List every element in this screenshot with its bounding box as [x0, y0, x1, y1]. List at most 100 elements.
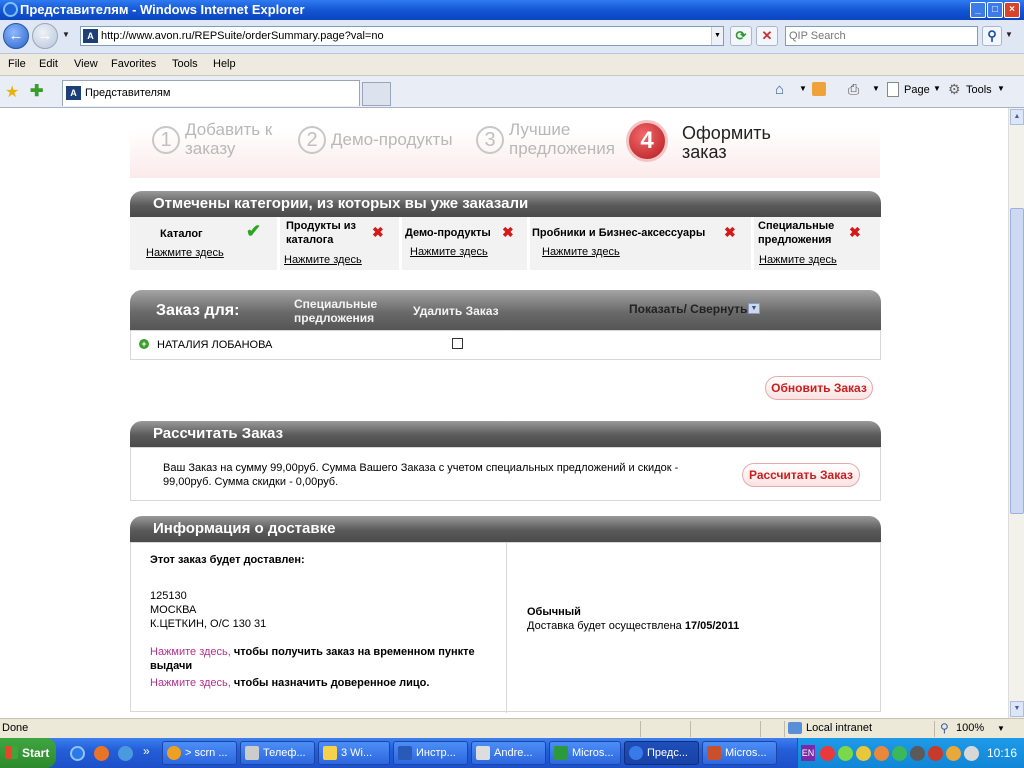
scroll-thumb[interactable]	[1010, 208, 1024, 514]
address-dropdown-arrow[interactable]: ▼	[711, 27, 723, 45]
tray-icon[interactable]	[838, 746, 853, 761]
search-icon[interactable]: ⚲	[982, 26, 1002, 46]
home-dropdown[interactable]: ▼	[799, 84, 807, 93]
tray-icon[interactable]	[928, 746, 943, 761]
delivery-street: К.ЦЕТКИН, О/С 130 31	[150, 618, 267, 630]
taskbar-item[interactable]: Инстр...	[393, 741, 468, 765]
step-label: Оформить заказ	[682, 123, 771, 162]
menu-help[interactable]: Help	[213, 58, 236, 70]
customer-name: НАТАЛИЯ ЛОБАНОВА	[157, 339, 273, 351]
refresh-button[interactable]: ⟳	[730, 26, 752, 46]
order-title: Заказ для:	[156, 302, 240, 319]
delete-order-checkbox[interactable]	[452, 338, 463, 349]
print-icon[interactable]: ⎙	[848, 81, 859, 98]
stop-button[interactable]: ✕	[756, 26, 778, 46]
ie-icon	[3, 2, 18, 17]
scroll-up-arrow[interactable]: ▲	[1010, 109, 1024, 125]
tray-icon[interactable]	[874, 746, 889, 761]
cross-icon: ✖	[724, 224, 736, 240]
category-link[interactable]: Нажмите здесь	[542, 246, 620, 258]
avon-favicon: A	[66, 86, 81, 100]
forward-button[interactable]: →	[32, 23, 58, 49]
ie-quicklaunch-icon[interactable]	[70, 746, 85, 761]
tools-dropdown[interactable]: ▼	[997, 84, 1005, 93]
category-demo-products: Демо-продукты ✖ Нажмите здесь	[402, 217, 528, 270]
minimize-button[interactable]: _	[970, 2, 986, 18]
vertical-scrollbar[interactable]: ▲ ▼	[1008, 108, 1024, 718]
category-link[interactable]: Нажмите здесь	[759, 254, 837, 266]
home-icon[interactable]: ⌂	[775, 81, 784, 98]
delivery-type: Обычный	[527, 606, 581, 618]
print-dropdown[interactable]: ▼	[872, 84, 880, 93]
menu-file[interactable]: File	[8, 58, 26, 70]
search-dropdown[interactable]: ▼	[1005, 30, 1013, 39]
trusted-person-link[interactable]: Нажмите здесь,	[150, 677, 231, 689]
category-catalog: Каталог ✔ Нажмите здесь	[130, 217, 278, 270]
gear-icon: ⚙	[948, 81, 961, 97]
category-link[interactable]: Нажмите здесь	[146, 247, 224, 259]
menu-tools[interactable]: Tools	[172, 58, 198, 70]
tray-icon[interactable]	[892, 746, 907, 761]
more-quicklaunch-icon[interactable]: »	[143, 744, 150, 758]
taskbar-item[interactable]: 3 Wi...	[318, 741, 390, 765]
column-divider	[506, 543, 507, 713]
taskbar-item[interactable]: Micros...	[549, 741, 621, 765]
page-dropdown[interactable]: ▼	[933, 84, 941, 93]
browser-quicklaunch-icon[interactable]	[94, 746, 109, 761]
scroll-down-arrow[interactable]: ▼	[1010, 701, 1024, 717]
system-tray: EN 10:16	[797, 738, 1024, 768]
zoom-dropdown[interactable]: ▼	[997, 724, 1005, 733]
column-delete-order: Удалить Заказ	[413, 304, 499, 318]
taskbar-item[interactable]: Micros...	[702, 741, 777, 765]
tray-icon[interactable]	[910, 746, 925, 761]
delivery-city: МОСКВА	[150, 604, 197, 616]
expand-icon[interactable]: +	[139, 339, 149, 349]
history-dropdown[interactable]: ▼	[62, 30, 70, 39]
zone-label: Local intranet	[806, 722, 873, 734]
favorites-star-icon[interactable]: ★	[5, 82, 19, 102]
feeds-icon[interactable]	[812, 82, 826, 96]
calculate-order-button[interactable]: Рассчитать Заказ	[742, 463, 860, 487]
close-button[interactable]: ×	[1004, 2, 1020, 18]
start-button[interactable]: Start	[0, 738, 56, 768]
volume-icon[interactable]	[964, 746, 979, 761]
taskbar-item-active[interactable]: Предс...	[624, 741, 699, 765]
tools-menu[interactable]: Tools	[966, 84, 992, 96]
back-button[interactable]: ←	[3, 23, 29, 49]
menu-edit[interactable]: Edit	[39, 58, 58, 70]
tab-representatives[interactable]: A Представителям	[62, 80, 360, 106]
delivery-header: Информация о доставке	[130, 516, 881, 542]
check-icon: ✔	[246, 221, 262, 241]
taskbar-item[interactable]: Телеф...	[240, 741, 315, 765]
search-input[interactable]: QIP Search	[785, 26, 978, 46]
status-text: Done	[2, 722, 29, 734]
category-link[interactable]: Нажмите здесь	[410, 246, 488, 258]
pickup-point-link[interactable]: Нажмите здесь,	[150, 646, 231, 658]
menu-view[interactable]: View	[74, 58, 98, 70]
taskbar-item[interactable]: Andre...	[471, 741, 546, 765]
order-header: Заказ для: Специальные предложения Удали…	[130, 290, 881, 330]
taskbar-item[interactable]: > scrn ...	[162, 741, 237, 765]
tray-icon[interactable]	[820, 746, 835, 761]
cross-icon: ✖	[849, 224, 861, 240]
order-summary-text: Ваш Заказ на сумму 99,00руб. Сумма Вашег…	[163, 462, 679, 488]
new-tab-button[interactable]	[362, 82, 391, 106]
chevron-down-icon[interactable]: ▼	[748, 303, 760, 314]
address-input[interactable]: A http://www.avon.ru/REPSuite/orderSumma…	[80, 26, 724, 46]
tray-icon[interactable]	[856, 746, 871, 761]
menu-favorites[interactable]: Favorites	[111, 58, 156, 70]
status-bar: Done Local intranet ⚲ 100% ▼	[0, 718, 1024, 738]
app-quicklaunch-icon[interactable]	[118, 746, 133, 761]
zoom-icon: ⚲	[940, 721, 949, 735]
toggle-show-collapse[interactable]: Показать/ Свернуть	[629, 302, 747, 316]
add-favorite-icon[interactable]: ✚	[30, 81, 43, 101]
zoom-level[interactable]: 100%	[956, 722, 984, 734]
menu-bar: File Edit View Favorites Tools Help	[0, 54, 1024, 76]
maximize-button[interactable]: □	[987, 2, 1003, 18]
page-menu[interactable]: Page	[904, 84, 930, 96]
update-order-button[interactable]: Обновить Заказ	[765, 376, 873, 400]
language-indicator[interactable]: EN	[801, 745, 815, 761]
category-catalog-products: Продукты из каталога ✖ Нажмите здесь	[280, 217, 400, 270]
tray-icon[interactable]	[946, 746, 961, 761]
category-link[interactable]: Нажмите здесь	[284, 254, 362, 266]
